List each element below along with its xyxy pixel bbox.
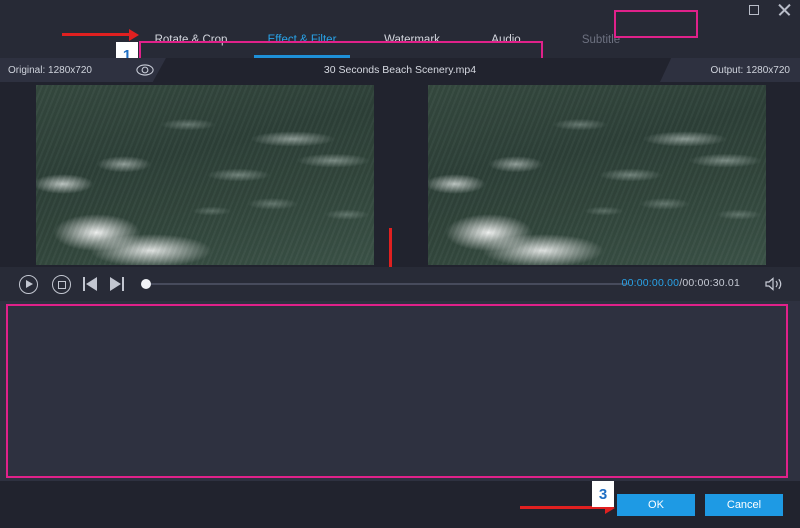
tab-subtitle[interactable]: Subtitle [546, 22, 656, 58]
effects-panel: Basic Effect Contrast: 0 Saturation: 0 B… [0, 301, 800, 481]
restore-window-icon[interactable] [746, 2, 762, 18]
media-info-bar: 30 Seconds Beach Scenery.mp4 Original: 1… [0, 58, 800, 82]
preview-area [0, 82, 800, 267]
transport-bar: 00:00:00.00/00:00:30.01 [0, 267, 800, 301]
tab-list: Rotate & Crop Effect & Filter Watermark … [136, 22, 656, 58]
annotation-arrow-1 [62, 33, 130, 36]
output-resolution-label: Output: 1280x720 [710, 65, 790, 76]
tab-watermark[interactable]: Watermark [358, 22, 466, 58]
video-editor-window: Rotate & Crop Effect & Filter Watermark … [0, 0, 800, 528]
output-resolution-chip: Output: 1280x720 [660, 58, 800, 82]
tab-label: Rotate & Crop [155, 34, 228, 46]
close-window-icon[interactable] [776, 2, 792, 18]
annotation-badge-3: 3 [592, 481, 614, 507]
tab-label: Audio [491, 34, 520, 46]
output-video-frame [428, 85, 766, 265]
previous-frame-icon[interactable] [82, 275, 99, 293]
tab-label: Effect & Filter [268, 34, 337, 46]
play-icon[interactable] [19, 275, 38, 294]
stop-icon[interactable] [52, 275, 71, 294]
source-video-frame [36, 85, 374, 265]
tab-effect-filter[interactable]: Effect & Filter [246, 22, 358, 58]
current-time-label: 00:00:00.00 [622, 277, 680, 289]
original-resolution-label: Original: 1280x720 [8, 65, 92, 76]
eye-preview-icon[interactable] [136, 62, 154, 78]
timecode-display: 00:00:00.00/00:00:30.01 [622, 277, 740, 289]
title-bar [0, 0, 800, 22]
playhead-knob[interactable] [141, 279, 151, 289]
seek-slider[interactable] [146, 283, 628, 285]
window-controls [746, 2, 792, 18]
output-preview[interactable] [428, 85, 766, 265]
next-frame-icon[interactable] [108, 275, 125, 293]
cancel-button[interactable]: Cancel [705, 494, 783, 516]
tab-label: Subtitle [582, 34, 620, 46]
ok-button[interactable]: OK [617, 494, 695, 516]
tab-label: Watermark [384, 34, 440, 46]
tab-rotate-crop[interactable]: Rotate & Crop [136, 22, 246, 58]
source-preview[interactable] [36, 85, 374, 265]
tab-audio[interactable]: Audio [466, 22, 546, 58]
total-time-label: 00:00:30.01 [682, 277, 740, 289]
dialog-footer: OK Cancel [0, 481, 800, 528]
volume-icon[interactable] [764, 276, 784, 292]
